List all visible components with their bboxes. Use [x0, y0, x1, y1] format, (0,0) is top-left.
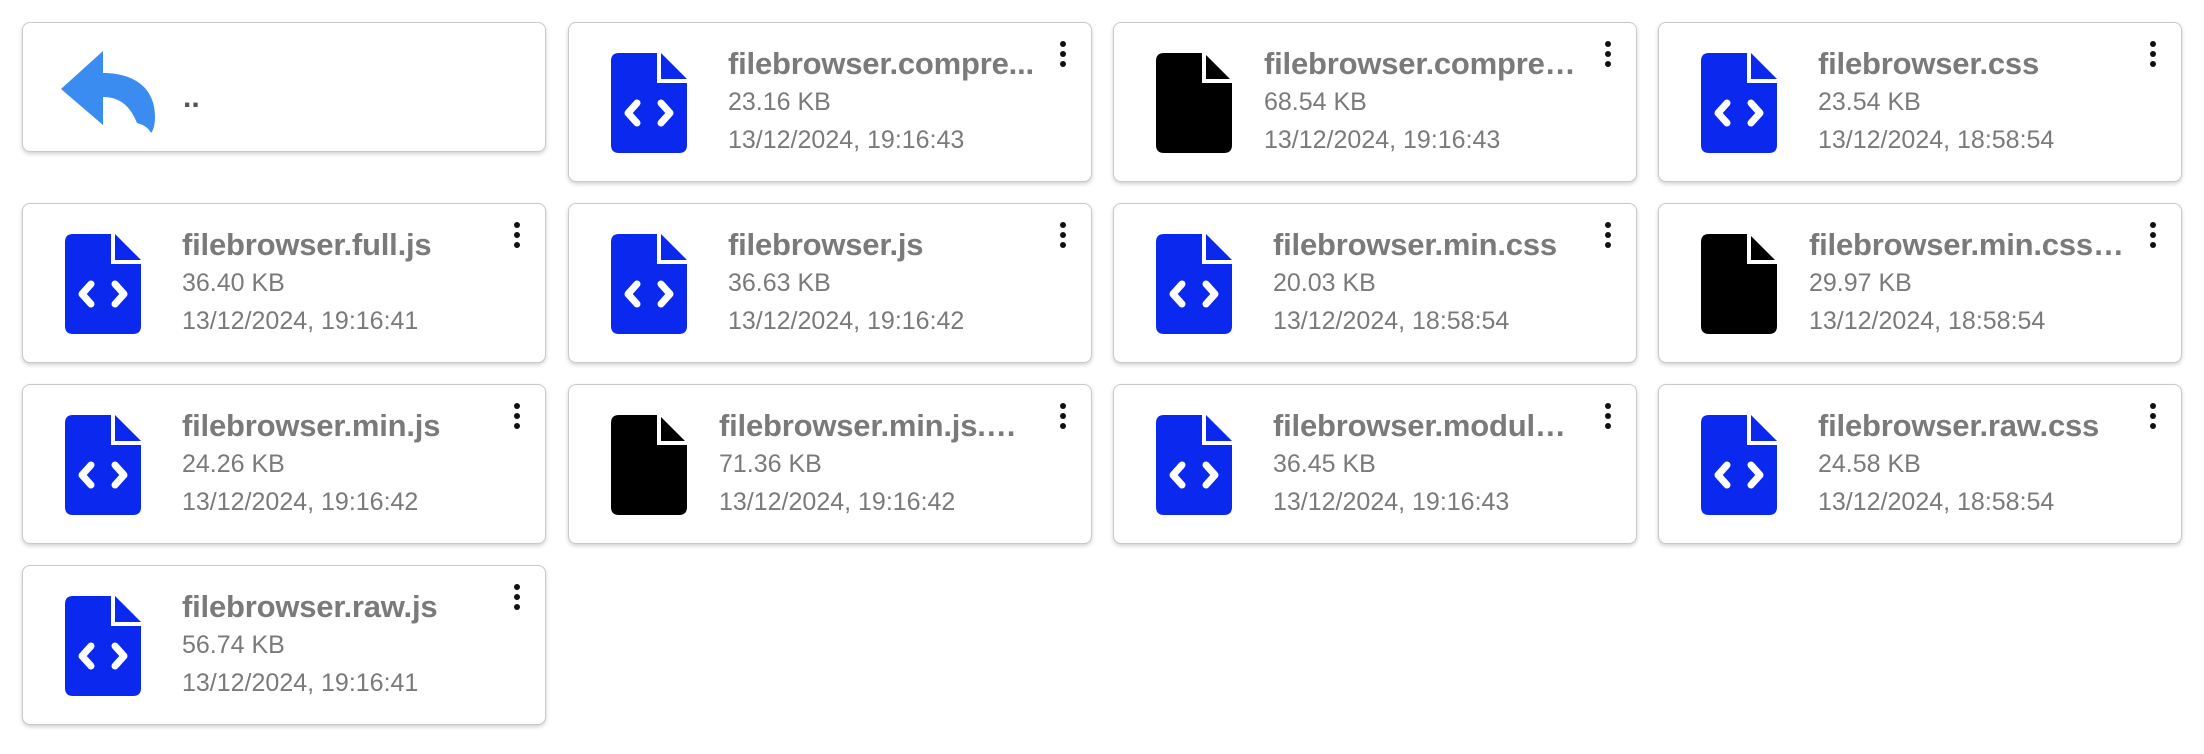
file-card[interactable]: filebrowser.min.css.... 29.97 KB 13/12/2…: [1658, 203, 2182, 363]
file-card[interactable]: filebrowser.css 23.54 KB 13/12/2024, 18:…: [1658, 22, 2182, 182]
reply-back-icon: [57, 43, 161, 135]
file-size: 56.74 KB: [182, 631, 285, 659]
file-date: 13/12/2024, 18:58:54: [1818, 126, 2055, 154]
more-options-icon[interactable]: [1598, 41, 1618, 75]
file-date: 13/12/2024, 19:16:43: [1273, 488, 1510, 516]
file-size: 23.16 KB: [728, 88, 831, 116]
file-card[interactable]: filebrowser.min.css 20.03 KB 13/12/2024,…: [1113, 203, 1637, 363]
file-name: filebrowser.min.js.m...: [719, 408, 1035, 443]
file-name: filebrowser.css: [1818, 46, 2040, 81]
more-options-icon[interactable]: [2143, 222, 2163, 256]
code-file-icon: [65, 234, 141, 334]
more-options-icon[interactable]: [1053, 403, 1073, 437]
file-size: 23.54 KB: [1818, 88, 1921, 116]
file-name: filebrowser.min.css....: [1809, 227, 2125, 262]
file-size: 36.40 KB: [182, 269, 285, 297]
code-file-icon: [1156, 415, 1232, 515]
more-options-icon[interactable]: [1053, 222, 1073, 256]
file-name: filebrowser.module.js: [1273, 408, 1580, 443]
more-options-icon[interactable]: [2143, 403, 2163, 437]
parent-directory-card[interactable]: ..: [22, 22, 546, 152]
file-name: filebrowser.raw.css: [1818, 408, 2100, 443]
more-options-icon[interactable]: [507, 222, 527, 256]
file-date: 13/12/2024, 19:16:41: [182, 307, 419, 335]
file-date: 13/12/2024, 18:58:54: [1273, 307, 1510, 335]
more-options-icon[interactable]: [507, 403, 527, 437]
code-file-icon: [65, 415, 141, 515]
more-options-icon[interactable]: [1598, 403, 1618, 437]
file-card[interactable]: filebrowser.js 36.63 KB 13/12/2024, 19:1…: [568, 203, 1092, 363]
file-card[interactable]: filebrowser.raw.css 24.58 KB 13/12/2024,…: [1658, 384, 2182, 544]
more-options-icon[interactable]: [1053, 41, 1073, 75]
file-card[interactable]: filebrowser.min.js.m... 71.36 KB 13/12/2…: [568, 384, 1092, 544]
file-name: filebrowser.js: [728, 227, 924, 262]
file-date: 13/12/2024, 19:16:42: [728, 307, 965, 335]
file-card[interactable]: filebrowser.raw.js 56.74 KB 13/12/2024, …: [22, 565, 546, 725]
file-size: 71.36 KB: [719, 450, 822, 478]
file-date: 13/12/2024, 19:16:43: [1264, 126, 1501, 154]
file-name: filebrowser.full.js: [182, 227, 432, 262]
file-size: 36.63 KB: [728, 269, 831, 297]
parent-directory-label: ..: [183, 81, 200, 114]
code-file-icon: [611, 53, 687, 153]
file-grid: .. filebrowser.compre... 23.16 KB 13/12/…: [0, 0, 2204, 754]
file-date: 13/12/2024, 18:58:54: [1818, 488, 2055, 516]
code-file-icon: [65, 596, 141, 696]
file-card[interactable]: filebrowser.compre... 23.16 KB 13/12/202…: [568, 22, 1092, 182]
file-date: 13/12/2024, 19:16:42: [182, 488, 419, 516]
file-size: 24.26 KB: [182, 450, 285, 478]
file-size: 20.03 KB: [1273, 269, 1376, 297]
file-name: filebrowser.min.js: [182, 408, 441, 443]
file-card[interactable]: filebrowser.compres... 68.54 KB 13/12/20…: [1113, 22, 1637, 182]
more-options-icon[interactable]: [507, 584, 527, 618]
file-size: 36.45 KB: [1273, 450, 1376, 478]
file-date: 13/12/2024, 19:16:41: [182, 669, 419, 697]
file-size: 68.54 KB: [1264, 88, 1367, 116]
file-name: filebrowser.compres...: [1264, 46, 1580, 81]
file-name: filebrowser.compre...: [728, 46, 1034, 81]
file-size: 29.97 KB: [1809, 269, 1912, 297]
binary-file-icon: [1156, 53, 1232, 153]
file-date: 13/12/2024, 19:16:43: [728, 126, 965, 154]
code-file-icon: [1701, 53, 1777, 153]
file-card[interactable]: filebrowser.module.js 36.45 KB 13/12/202…: [1113, 384, 1637, 544]
file-card[interactable]: filebrowser.min.js 24.26 KB 13/12/2024, …: [22, 384, 546, 544]
code-file-icon: [611, 234, 687, 334]
file-name: filebrowser.min.css: [1273, 227, 1557, 262]
more-options-icon[interactable]: [1598, 222, 1618, 256]
file-date: 13/12/2024, 19:16:42: [719, 488, 956, 516]
code-file-icon: [1156, 234, 1232, 334]
file-size: 24.58 KB: [1818, 450, 1921, 478]
file-card[interactable]: filebrowser.full.js 36.40 KB 13/12/2024,…: [22, 203, 546, 363]
file-name: filebrowser.raw.js: [182, 589, 438, 624]
binary-file-icon: [1701, 234, 1777, 334]
code-file-icon: [1701, 415, 1777, 515]
more-options-icon[interactable]: [2143, 41, 2163, 75]
binary-file-icon: [611, 415, 687, 515]
file-date: 13/12/2024, 18:58:54: [1809, 307, 2046, 335]
